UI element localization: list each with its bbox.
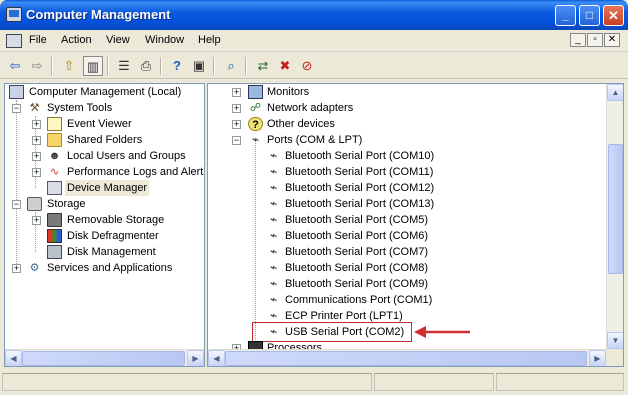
storage-icon (27, 197, 42, 211)
expand-icon[interactable]: + (232, 88, 241, 97)
help-icon[interactable]: ? (167, 56, 187, 76)
port-icon: ⌁ (270, 214, 277, 226)
defrag-icon (47, 229, 62, 243)
scan-hardware-icon[interactable]: ⌕ (221, 56, 241, 76)
port-icon: ⌁ (270, 246, 277, 258)
right-horizontal-scrollbar[interactable]: ◀ ▶ (208, 349, 606, 366)
mdi-close-button[interactable]: ✕ (604, 33, 620, 47)
port-icon: ⌁ (270, 278, 277, 290)
menu-view[interactable]: View (106, 34, 130, 46)
expand-icon[interactable]: + (32, 120, 41, 129)
left-horizontal-scrollbar[interactable]: ◀ ▶ (5, 349, 204, 366)
toolbar-separator (51, 57, 53, 75)
other-devices-icon: ? (248, 117, 263, 131)
port-icon: ⌁ (270, 310, 277, 322)
disk-icon (47, 245, 62, 259)
port-icon: ⌁ (270, 166, 277, 178)
port-icon: ⌁ (270, 150, 277, 162)
expand-icon[interactable]: + (232, 104, 241, 113)
port-icon: ⌁ (270, 182, 277, 194)
tree-guide (16, 100, 17, 268)
network-icon: ☍ (249, 102, 262, 114)
scroll-down-button[interactable]: ▼ (607, 332, 623, 349)
properties-icon[interactable]: ☰ (114, 56, 134, 76)
print-icon[interactable]: ⎙ (136, 56, 156, 76)
status-panel (374, 373, 494, 391)
back-icon[interactable]: ⇦ (5, 56, 25, 76)
scroll-corner (606, 349, 623, 366)
port-icon: ⌁ (252, 134, 259, 146)
services-icon: ⚙ (29, 262, 40, 274)
collapse-icon[interactable]: − (12, 104, 21, 113)
expand-icon[interactable]: + (12, 264, 21, 273)
device-manager-icon (47, 181, 62, 195)
right-vertical-scrollbar[interactable]: ▲ ▼ (606, 84, 623, 349)
title-bar[interactable]: Computer Management _ □ ✕ (0, 0, 628, 30)
minimize-button[interactable]: _ (555, 5, 576, 26)
scroll-thumb[interactable] (608, 144, 623, 274)
port-icon: ⌁ (270, 326, 277, 338)
menu-action[interactable]: Action (61, 34, 92, 46)
computer-management-window: Computer Management _ □ ✕ File Action Vi… (0, 0, 628, 395)
computer-icon (9, 85, 24, 99)
computer-management-icon (6, 7, 22, 22)
expand-icon[interactable]: + (32, 136, 41, 145)
port-icon: ⌁ (270, 262, 277, 274)
scroll-thumb[interactable] (22, 351, 185, 366)
collapse-icon[interactable]: − (232, 136, 241, 145)
scroll-right-button[interactable]: ▶ (589, 350, 606, 366)
status-panel (2, 373, 372, 391)
forward-icon[interactable]: ⇨ (27, 56, 47, 76)
show-hide-tree-icon[interactable]: ▥ (83, 56, 103, 76)
uninstall-icon[interactable]: ✖ (275, 56, 295, 76)
collapse-icon[interactable]: − (12, 200, 21, 209)
window-title: Computer Management (26, 7, 171, 22)
menu-bar: File Action View Window Help _ ▫ ✕ (0, 30, 628, 52)
scroll-left-button[interactable]: ◀ (5, 350, 22, 366)
toolbar: ⇦ ⇨ ⇧ ▥ ☰ ⎙ ? ▣ ⌕ ⇄ ✖ ⊘ (0, 53, 628, 79)
update-driver-icon[interactable]: ⇄ (253, 56, 273, 76)
mdi-minimize-button[interactable]: _ (570, 33, 586, 47)
toolbar-separator (107, 57, 109, 75)
scroll-left-button[interactable]: ◀ (208, 350, 225, 366)
console-tree-pane[interactable]: Computer Management (Local) − ⚒ System T… (4, 83, 205, 367)
mdi-restore-button[interactable]: ▫ (587, 33, 603, 47)
port-icon: ⌁ (270, 230, 277, 242)
expand-icon[interactable]: + (32, 152, 41, 161)
help-topics-icon[interactable]: ▣ (189, 56, 209, 76)
folder-icon (47, 133, 62, 147)
device-tree-pane[interactable]: + Monitors + ☍ Network adapters + ? Othe… (207, 83, 624, 367)
expand-icon[interactable]: + (32, 216, 41, 225)
menu-window[interactable]: Window (145, 34, 184, 46)
disable-icon[interactable]: ⊘ (297, 56, 317, 76)
users-icon: ☻ (48, 150, 61, 162)
toolbar-separator (160, 57, 162, 75)
port-icon: ⌁ (270, 294, 277, 306)
removable-storage-icon (47, 213, 62, 227)
menu-help[interactable]: Help (198, 34, 221, 46)
scroll-right-button[interactable]: ▶ (187, 350, 204, 366)
tools-icon: ⚒ (29, 102, 40, 114)
event-viewer-icon (47, 117, 62, 131)
expand-icon[interactable]: + (232, 120, 241, 129)
expand-icon[interactable]: + (32, 168, 41, 177)
annotation-arrow (414, 326, 470, 338)
tree-guide (255, 140, 256, 340)
status-panel (496, 373, 624, 391)
port-icon: ⌁ (270, 198, 277, 210)
status-bar (0, 369, 628, 395)
close-button[interactable]: ✕ (603, 5, 624, 26)
scroll-thumb[interactable] (225, 351, 587, 366)
monitor-icon (248, 85, 263, 99)
toolbar-separator (213, 57, 215, 75)
maximize-button[interactable]: □ (579, 5, 600, 26)
toolbar-separator (245, 57, 247, 75)
menu-file[interactable]: File (29, 34, 47, 46)
performance-icon: ∿ (49, 166, 60, 178)
scroll-up-button[interactable]: ▲ (607, 84, 623, 101)
up-folder-icon[interactable]: ⇧ (59, 56, 79, 76)
system-menu-icon[interactable] (6, 34, 22, 48)
